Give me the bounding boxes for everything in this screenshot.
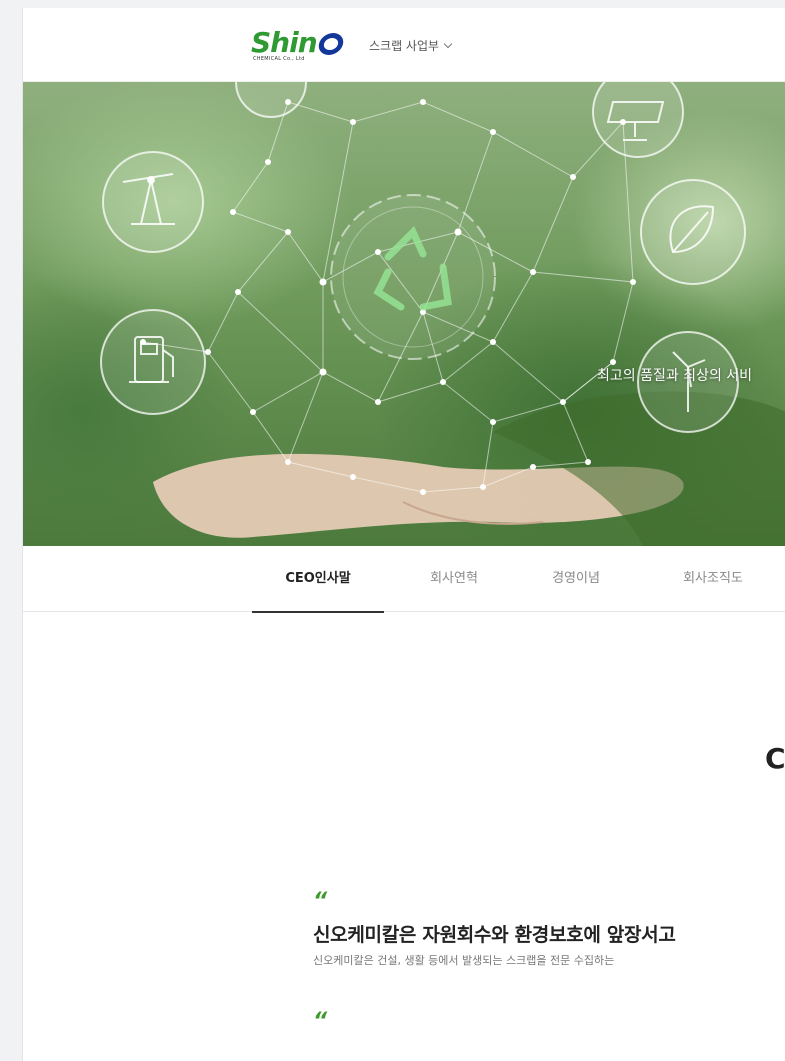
chevron-down-icon <box>443 39 453 49</box>
logo-wordmark: Shin <box>251 26 318 59</box>
site-header: Shin CHEMICAL Co., Ltd 스크랩 사업부 <box>23 8 785 82</box>
business-division-label: 스크랩 사업부 <box>369 39 440 53</box>
page: Shin CHEMICAL Co., Ltd 스크랩 사업부 최고의 품질과 최… <box>22 8 785 1061</box>
ceo-statement-heading: 신오케미칼은 자원회수와 환경보호에 앞장서고 <box>313 924 676 946</box>
quote-mark-icon-2: “ <box>313 1009 328 1034</box>
logo-o-mark <box>316 33 346 55</box>
about-tabs: CEO인사말 회사연혁 경영이념 회사조직도 <box>23 546 785 613</box>
logo-subtitle: CHEMICAL Co., Ltd <box>253 56 305 62</box>
tab-organization-chart[interactable]: 회사조직도 <box>663 546 763 612</box>
section-title: C <box>765 742 785 775</box>
tab-ceo-greeting[interactable]: CEO인사말 <box>252 546 384 613</box>
company-logo[interactable]: Shin CHEMICAL Co., Ltd <box>251 28 347 66</box>
tab-company-history[interactable]: 회사연혁 <box>404 546 504 612</box>
business-division-dropdown[interactable]: 스크랩 사업부 <box>369 37 453 54</box>
hero-network-illustration <box>100 82 785 546</box>
recycle-globe-icon <box>330 194 496 360</box>
browser-viewport: Shin CHEMICAL Co., Ltd 스크랩 사업부 최고의 품질과 최… <box>0 0 785 1061</box>
hero-caption: 최고의 품질과 최상의 서비 <box>597 368 753 384</box>
tab-management-philosophy[interactable]: 경영이념 <box>526 546 626 612</box>
quote-mark-icon: “ <box>313 889 328 914</box>
hero-banner: 최고의 품질과 최상의 서비 <box>23 82 785 546</box>
ceo-statement-description: 신오케미칼은 건설, 생활 등에서 발생되는 스크랩을 전문 수집하는 <box>313 954 615 967</box>
